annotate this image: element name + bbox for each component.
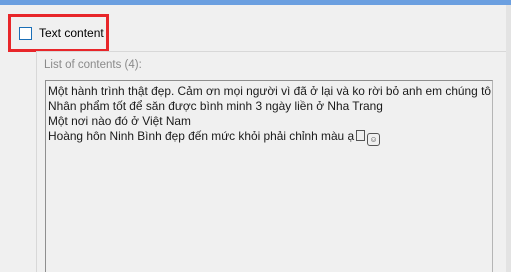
list-item[interactable]: Nhân phẩm tốt để săn được bình minh 3 ng… xyxy=(48,99,492,114)
list-item[interactable]: Một hành trình thật đẹp. Cảm ơn mọi ngườ… xyxy=(48,84,492,99)
contents-list: Một hành trình thật đẹp. Cảm ơn mọi ngườ… xyxy=(48,84,492,146)
emoji-face-icon: ☺ xyxy=(367,133,381,146)
text-content-checkbox-row[interactable]: Text content xyxy=(19,25,104,41)
list-item-text: Nhân phẩm tốt để săn được bình minh 3 ng… xyxy=(48,99,383,113)
unknown-glyph-icon xyxy=(356,130,366,141)
text-content-checkbox[interactable] xyxy=(19,26,32,40)
text-content-checkbox-label[interactable]: Text content xyxy=(39,26,104,40)
list-item-text: Hoàng hôn Ninh Bình đẹp đến mức khỏi phả… xyxy=(48,129,355,143)
list-item-text: Một hành trình thật đẹp. Cảm ơn mọi ngườ… xyxy=(48,84,491,98)
right-edge-panel xyxy=(506,5,511,272)
contents-listbox[interactable]: Một hành trình thật đẹp. Cảm ơn mọi ngườ… xyxy=(45,80,493,272)
window-top-bar xyxy=(0,0,511,5)
list-item-text: Một nơi nào đó ở Việt Nam xyxy=(48,114,191,128)
list-item[interactable]: Một nơi nào đó ở Việt Nam xyxy=(48,114,492,129)
list-item[interactable]: Hoàng hôn Ninh Bình đẹp đến mức khỏi phả… xyxy=(48,129,492,146)
list-of-contents-label: List of contents (4): xyxy=(44,59,142,71)
